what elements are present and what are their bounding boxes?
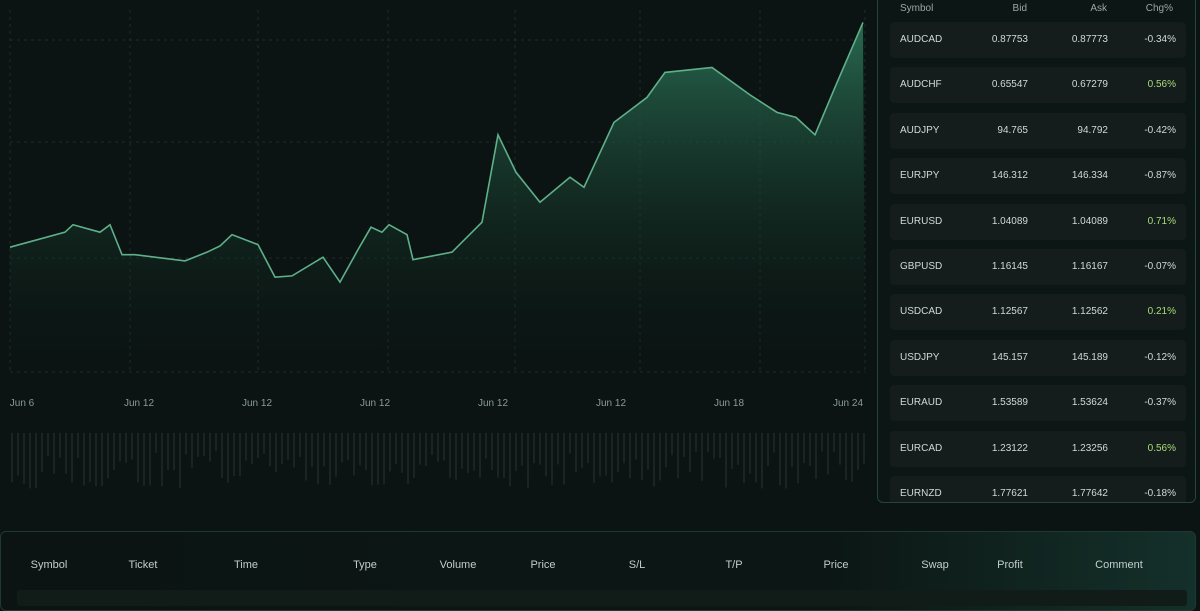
header-bid: Bid <box>1012 3 1027 14</box>
watchlist-ask: 1.04089 <box>1071 215 1108 227</box>
orders-col-header[interactable]: Price <box>530 559 555 571</box>
orders-col-header[interactable]: Symbol <box>31 559 68 571</box>
orders-row-strip <box>17 590 1187 606</box>
orders-col-header[interactable]: Profit <box>997 559 1023 571</box>
watchlist-bid: 146.312 <box>991 170 1028 182</box>
watchlist-bid: 1.53589 <box>991 397 1028 409</box>
watchlist-symbol: AUDJPY <box>900 124 940 136</box>
orders-col-header[interactable]: S/L <box>629 559 646 571</box>
watchlist-symbol: AUDCHF <box>900 79 942 91</box>
orders-col-header[interactable]: Price <box>823 559 848 571</box>
watchlist-row-audjpy[interactable]: AUDJPY 94.765 94.792 -0.42% <box>890 112 1186 149</box>
watchlist-header: Symbol Bid Ask Chg% <box>878 3 1195 19</box>
orders-col-header[interactable]: Time <box>234 559 258 571</box>
x-tick-label: Jun 18 <box>713 398 745 409</box>
watchlist-bid: 1.77621 <box>991 488 1028 499</box>
orders-col-header[interactable]: Type <box>353 559 377 571</box>
price-area <box>10 22 865 373</box>
watchlist-bid: 1.23122 <box>991 442 1028 454</box>
watchlist-ask: 146.334 <box>1071 170 1108 182</box>
watchlist-row-eurusd[interactable]: EURUSD 1.04089 1.04089 0.71% <box>890 203 1186 240</box>
watchlist-bid: 1.16145 <box>991 261 1028 272</box>
watchlist-row-gbpusd[interactable]: GBPUSD 1.16145 1.16167 -0.07% <box>890 249 1186 285</box>
x-tick-label: Jun 12 <box>241 398 273 409</box>
watchlist-symbol: GBPUSD <box>900 261 943 272</box>
watchlist-chg: -0.18% <box>1144 488 1176 499</box>
x-tick-label: Jun 12 <box>595 398 627 409</box>
watchlist-row-audcad[interactable]: AUDCAD 0.87753 0.87773 -0.34% <box>890 22 1186 58</box>
watchlist-row-audchf[interactable]: AUDCHF 0.65547 0.67279 0.56% <box>890 67 1186 104</box>
watchlist-chg: -0.34% <box>1144 34 1176 45</box>
watchlist-ask: 1.16167 <box>1071 261 1108 272</box>
price-chart[interactable]: Jun 6 Jun 12 Jun 12 Jun 12 Jun 12 Jun 12 Jun 1… <box>0 0 875 505</box>
watchlist-symbol: AUDCAD <box>900 34 943 45</box>
watchlist-symbol: USDCAD <box>900 306 943 318</box>
header-ask: Ask <box>1090 3 1107 14</box>
watchlist-chg: 0.56% <box>1147 79 1176 91</box>
header-chg: Chg% <box>1145 3 1173 14</box>
watchlist-symbol: EURCAD <box>900 442 943 454</box>
price-chart-svg <box>9 10 866 489</box>
orders-col-header[interactable]: Volume <box>440 559 477 571</box>
x-tick-label: Jun 12 <box>477 398 509 409</box>
watchlist-row-eurcad[interactable]: EURCAD 1.23122 1.23256 0.56% <box>890 430 1186 467</box>
watchlist-ask: 1.12562 <box>1071 306 1108 318</box>
watchlist-row-eurjpy[interactable]: EURJPY 146.312 146.334 -0.87% <box>890 158 1186 195</box>
orders-table: Symbol Ticket Time Type Volume Price S/L T/P Pri… <box>0 531 1196 611</box>
watchlist-panel: Symbol Bid Ask Chg% AUDCAD 0.87753 0.87773… <box>877 0 1196 503</box>
x-tick-label: Jun 24 <box>832 398 864 409</box>
header-symbol: Symbol <box>900 3 934 14</box>
watchlist-row-euraud[interactable]: EURAUD 1.53589 1.53624 -0.37% <box>890 385 1186 422</box>
x-tick-label: Jun 12 <box>359 398 391 409</box>
watchlist-ask: 1.53624 <box>1071 397 1108 409</box>
watchlist-row-usdjpy[interactable]: USDJPY 145.157 145.189 -0.12% <box>890 339 1186 376</box>
orders-col-header[interactable]: T/P <box>725 559 742 571</box>
watchlist-ask: 1.23256 <box>1071 442 1108 454</box>
watchlist-bid: 0.65547 <box>991 79 1028 91</box>
watchlist-chg: 0.71% <box>1147 215 1176 227</box>
orders-col-header[interactable]: Swap <box>921 559 949 571</box>
watchlist-chg: -0.37% <box>1144 397 1176 409</box>
watchlist-chg: -0.87% <box>1144 170 1176 182</box>
watchlist-ask: 94.792 <box>1077 124 1108 136</box>
x-tick-label: Jun 12 <box>123 398 155 409</box>
watchlist-chg: 0.21% <box>1147 306 1176 318</box>
watchlist-bid: 1.12567 <box>991 306 1028 318</box>
watchlist-chg: -0.07% <box>1144 261 1176 272</box>
x-tick-label: Jun 6 <box>9 398 35 409</box>
orders-col-header[interactable]: Comment <box>1095 559 1143 571</box>
watchlist-ask: 145.189 <box>1071 351 1108 363</box>
watchlist-bid: 1.04089 <box>991 215 1028 227</box>
orders-col-header[interactable]: Ticket <box>129 559 158 571</box>
watchlist-ask: 1.77642 <box>1071 488 1108 499</box>
watchlist-symbol: USDJPY <box>900 351 940 363</box>
watchlist-bid: 0.87753 <box>991 34 1028 45</box>
watchlist-ask: 0.87773 <box>1071 34 1108 45</box>
watchlist-symbol: EURUSD <box>900 215 943 227</box>
watchlist-chg: 0.56% <box>1147 442 1176 454</box>
watchlist-symbol: EURAUD <box>900 397 943 409</box>
watchlist-bid: 145.157 <box>991 351 1028 363</box>
watchlist-chg: -0.12% <box>1144 351 1176 363</box>
watchlist-ask: 0.67279 <box>1071 79 1108 91</box>
watchlist-row-eurnzd[interactable]: EURNZD 1.77621 1.77642 -0.18% <box>890 476 1186 502</box>
watchlist-bid: 94.765 <box>997 124 1028 136</box>
watchlist-symbol: EURNZD <box>900 488 942 499</box>
watchlist-chg: -0.42% <box>1144 124 1176 136</box>
watchlist-row-usdcad[interactable]: USDCAD 1.12567 1.12562 0.21% <box>890 294 1186 331</box>
watchlist-symbol: EURJPY <box>900 170 940 182</box>
